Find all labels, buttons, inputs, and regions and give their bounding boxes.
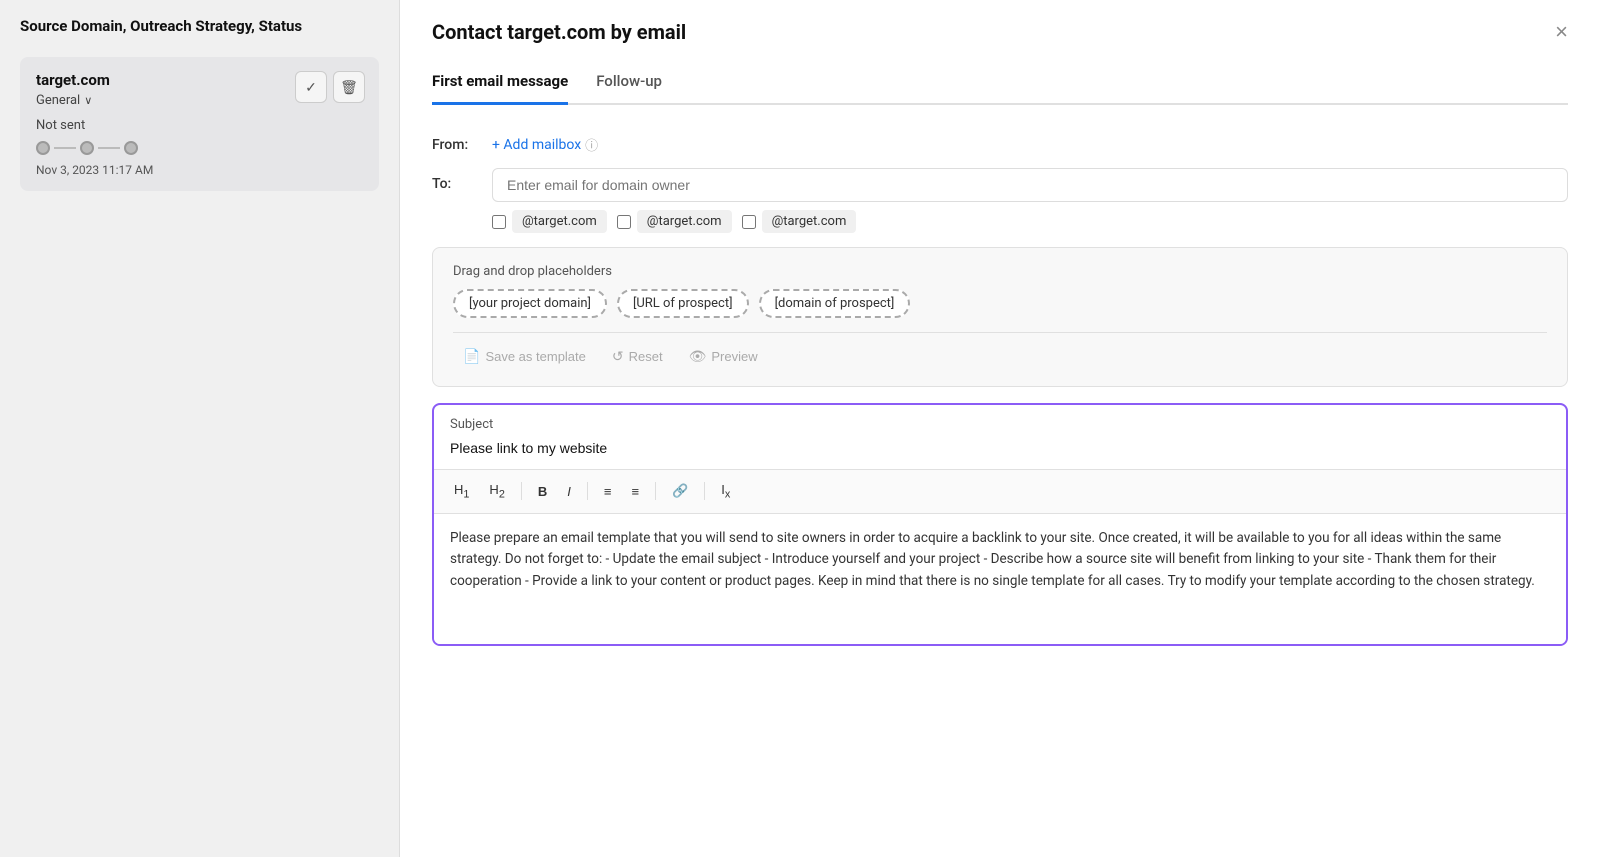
preview-icon: 👁	[689, 348, 707, 365]
unordered-list-button[interactable]: ≡	[623, 480, 647, 503]
h1-button[interactable]: H1	[446, 478, 477, 505]
email-chip-2: @target.com	[617, 210, 732, 233]
email-checkbox-1[interactable]	[492, 215, 506, 229]
email-suggestions: @target.com @target.com @target.com	[492, 210, 1568, 233]
modal-title: Contact target.com by email	[432, 20, 686, 44]
h2-button[interactable]: H2	[481, 478, 512, 505]
toolbar-separator-2	[587, 482, 588, 500]
dnd-divider	[453, 332, 1547, 333]
to-label: To:	[432, 168, 480, 192]
to-email-input[interactable]	[492, 168, 1568, 202]
dnd-label: Drag and drop placeholders	[453, 264, 1547, 279]
email-chip-text-1: @target.com	[512, 210, 607, 233]
to-content: @target.com @target.com @target.com	[492, 168, 1568, 233]
save-template-icon: 📄	[463, 348, 480, 365]
sidebar-steps	[36, 141, 363, 155]
dnd-chip-2[interactable]: [domain of prospect]	[759, 289, 911, 318]
subject-section: Subject	[434, 405, 1566, 470]
dnd-chip-1[interactable]: [URL of prospect]	[617, 289, 749, 318]
reset-button[interactable]: ↺ Reset	[602, 343, 673, 370]
tab-followup[interactable]: Follow-up	[596, 60, 662, 105]
bold-button[interactable]: B	[530, 480, 555, 503]
close-button[interactable]: ×	[1555, 21, 1568, 43]
info-icon: ⓘ	[585, 135, 598, 154]
dnd-section: Drag and drop placeholders [your project…	[432, 247, 1568, 387]
save-template-button[interactable]: 📄 Save as template	[453, 343, 596, 370]
reset-icon: ↺	[612, 348, 624, 365]
italic-button[interactable]: I	[559, 480, 579, 503]
modal: Contact target.com by email × First emai…	[400, 0, 1600, 857]
subject-section-label: Subject	[450, 417, 1550, 432]
tab-first-email[interactable]: First email message	[432, 60, 568, 105]
add-mailbox-link[interactable]: + Add mailbox ⓘ	[492, 129, 1568, 154]
editor-content[interactable]: Please prepare an email template that yo…	[434, 514, 1566, 644]
email-chip-3: @target.com	[742, 210, 857, 233]
sidebar-header: Source Domain, Outreach Strategy, Status	[20, 16, 379, 37]
email-chip-text-3: @target.com	[762, 210, 857, 233]
subject-editor: Subject H1 H2 B I ≡ ≡ 🔗 Ix Please prepar…	[432, 403, 1568, 646]
chevron-down-icon: ∨	[84, 94, 92, 107]
clear-format-button[interactable]: Ix	[713, 478, 738, 505]
sidebar: Source Domain, Outreach Strategy, Status…	[0, 0, 400, 857]
to-row: To: @target.com @target.com @target.com	[432, 168, 1568, 233]
from-content: + Add mailbox ⓘ	[492, 129, 1568, 154]
check-button[interactable]: ✓	[295, 71, 327, 103]
step-dot-3	[124, 141, 138, 155]
sidebar-status: Not sent	[36, 118, 363, 133]
sidebar-actions: ✓ 🗑	[295, 71, 365, 103]
modal-body: First email message Follow-up From: + Ad…	[400, 60, 1600, 857]
email-chip-text-2: @target.com	[637, 210, 732, 233]
toolbar-separator-1	[521, 482, 522, 500]
step-dot-1	[36, 141, 50, 155]
dnd-chip-0[interactable]: [your project domain]	[453, 289, 607, 318]
toolbar-separator-3	[655, 482, 656, 500]
step-line-2	[98, 147, 120, 149]
preview-button[interactable]: 👁 Preview	[679, 343, 768, 370]
ordered-list-button[interactable]: ≡	[596, 480, 620, 503]
email-chip-1: @target.com	[492, 210, 607, 233]
subject-input[interactable]	[450, 440, 1550, 456]
editor-toolbar: H1 H2 B I ≡ ≡ 🔗 Ix	[434, 470, 1566, 514]
sidebar-date: Nov 3, 2023 11:17 AM	[36, 163, 363, 177]
step-line-1	[54, 147, 76, 149]
toolbar-row: 📄 Save as template ↺ Reset 👁 Preview	[453, 343, 1547, 370]
email-checkbox-2[interactable]	[617, 215, 631, 229]
dnd-chips: [your project domain] [URL of prospect] …	[453, 289, 1547, 318]
link-button[interactable]: 🔗	[664, 479, 696, 503]
delete-button[interactable]: 🗑	[333, 71, 365, 103]
step-dot-2	[80, 141, 94, 155]
modal-header: Contact target.com by email ×	[400, 0, 1600, 60]
toolbar-separator-4	[704, 482, 705, 500]
from-label: From:	[432, 129, 480, 153]
from-row: From: + Add mailbox ⓘ	[432, 129, 1568, 154]
tabs: First email message Follow-up	[432, 60, 1568, 105]
email-checkbox-3[interactable]	[742, 215, 756, 229]
sidebar-card: target.com General ∨ Not sent Nov 3, 202…	[20, 57, 379, 191]
